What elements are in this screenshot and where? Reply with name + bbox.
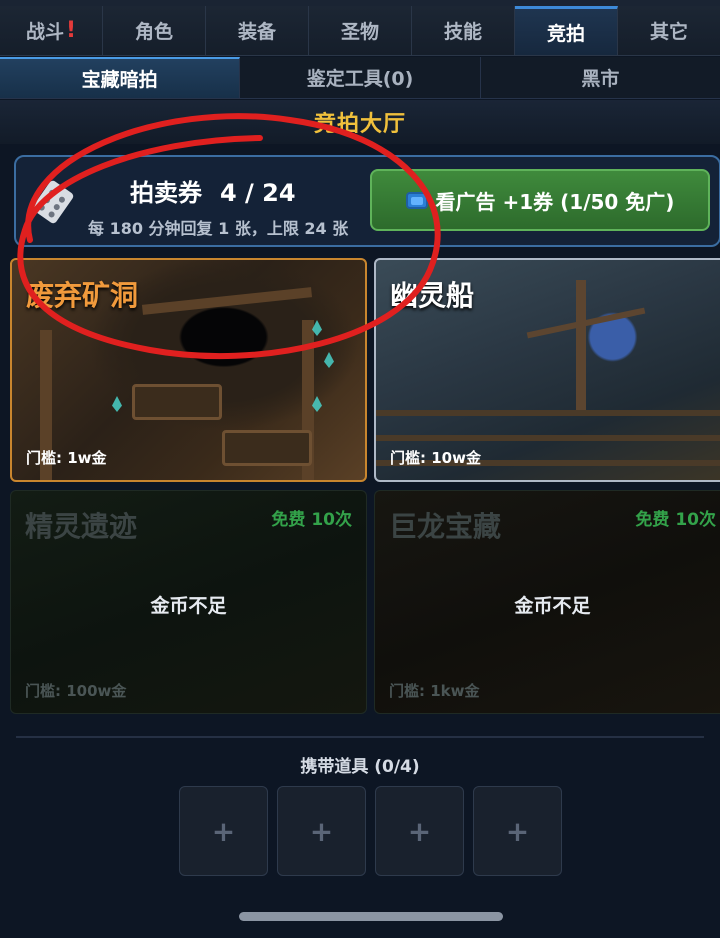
tab-relics[interactable]: 圣物 (309, 6, 412, 55)
ticket-label: 拍卖券 (130, 179, 202, 207)
tab-label: 其它 (649, 21, 688, 43)
free-attempts-badge: 免费 10次 (635, 510, 716, 530)
item-slot[interactable]: + (277, 786, 366, 876)
plus-icon: + (407, 814, 432, 848)
tab-other[interactable]: 其它 (618, 6, 720, 55)
mine-cart (132, 384, 222, 420)
tab-label: 竞拍 (546, 22, 585, 45)
dungeon-card-ghost-ship[interactable]: 幽灵船 门槛: 10w金 (374, 258, 720, 482)
free-attempts-badge: 免费 10次 (271, 510, 352, 530)
ticket-title: 拍卖券 4 / 24 (130, 173, 296, 208)
sub-tab-bar: 宝藏暗拍 鉴定工具(0) 黑市 (0, 57, 720, 99)
tab-auction[interactable]: 竞拍 (515, 6, 618, 55)
ticket-regen-info: 每 180 分钟回复 1 张，上限 24 张 (88, 219, 349, 238)
subtab-label: 宝藏暗拍 (81, 69, 158, 91)
plus-icon: + (211, 814, 236, 848)
watch-ad-button[interactable]: 看广告 +1券 (1/50 免广) (370, 169, 710, 231)
tab-battle[interactable]: 战斗! (0, 6, 103, 55)
tab-character[interactable]: 角色 (103, 6, 206, 55)
carry-items-label: 携带道具 (0/4) (300, 757, 420, 777)
dungeon-card-mine[interactable]: 废弃矿洞 门槛: 1w金 (10, 258, 367, 482)
tab-label: 角色 (134, 21, 173, 43)
dungeon-entry-cost: 门槛: 1w金 (26, 449, 107, 467)
crystal-icon (324, 352, 334, 368)
dungeon-entry-cost: 门槛: 1kw金 (389, 682, 480, 700)
subtab-treasure-auction[interactable]: 宝藏暗拍 (0, 57, 241, 98)
item-slot[interactable]: + (473, 786, 562, 876)
mine-beam (141, 287, 313, 315)
subtab-label: 鉴定工具(0) (306, 68, 414, 90)
dungeon-name: 巨龙宝藏 (389, 510, 502, 543)
ship-mast (526, 307, 646, 339)
mine-cart (222, 430, 312, 466)
item-slot[interactable]: + (375, 786, 464, 876)
ticket-panel: 拍卖券 4 / 24 每 180 分钟回复 1 张，上限 24 张 看广告 +1券… (14, 155, 720, 247)
plus-icon: + (309, 814, 334, 848)
dungeon-name: 废弃矿洞 (26, 279, 139, 312)
item-slot[interactable]: + (179, 786, 268, 876)
page-title: 竞拍大厅 (313, 112, 406, 137)
tab-equipment[interactable]: 装备 (206, 6, 309, 55)
tab-label: 战斗 (25, 21, 64, 43)
ship-mast (576, 280, 586, 410)
tab-label: 技能 (443, 21, 482, 43)
subtab-appraisal-tools[interactable]: 鉴定工具(0) (240, 57, 481, 98)
hall-header: 竞拍大厅 (0, 100, 720, 144)
insufficient-gold-message: 金币不足 (514, 595, 591, 617)
carry-item-slots: + + + + (179, 786, 562, 876)
dungeon-entry-cost: 门槛: 10w金 (390, 449, 481, 467)
dungeon-card-elf-ruins[interactable]: 精灵遗迹 免费 10次 金币不足 门槛: 100w金 (10, 490, 367, 714)
dungeon-name: 幽灵船 (390, 279, 475, 312)
dungeon-entry-cost: 门槛: 100w金 (25, 682, 127, 700)
home-indicator[interactable] (239, 912, 503, 921)
plus-icon: + (505, 814, 530, 848)
ticket-count: 4 / 24 (220, 179, 296, 207)
tv-icon (405, 191, 428, 209)
dungeon-name: 精灵遗迹 (25, 510, 138, 543)
ticket-icon (32, 180, 74, 224)
ship-plank (376, 410, 720, 416)
tab-skills[interactable]: 技能 (412, 6, 515, 55)
main-tab-bar: 战斗! 角色 装备 圣物 技能 竞拍 其它 (0, 6, 720, 56)
ad-button-label: 看广告 +1券 (1/50 免广) (435, 189, 675, 214)
subtab-label: 黑市 (581, 68, 620, 90)
crystal-icon (112, 396, 122, 412)
insufficient-gold-message: 金币不足 (150, 595, 227, 617)
ship-plank (376, 435, 720, 441)
section-divider (16, 736, 704, 738)
dungeon-card-dragon-hoard[interactable]: 巨龙宝藏 免费 10次 金币不足 门槛: 1kw金 (374, 490, 720, 714)
tab-label: 圣物 (340, 21, 379, 43)
alert-icon: ! (65, 18, 77, 43)
subtab-black-market[interactable]: 黑市 (481, 57, 720, 98)
tab-label: 装备 (237, 21, 276, 43)
